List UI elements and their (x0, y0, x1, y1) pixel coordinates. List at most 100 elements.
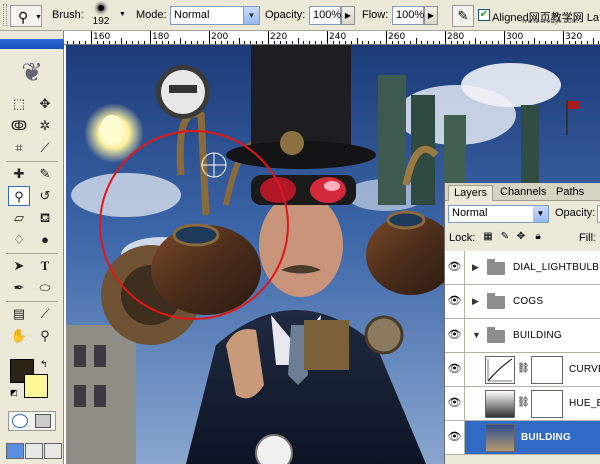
link-chain-icon: ⛓ (517, 397, 530, 408)
brush-tool-icon[interactable]: ✎ (34, 164, 56, 184)
opacity-field[interactable]: 100% (309, 6, 341, 25)
ruler-tick (291, 41, 293, 44)
eye-icon[interactable]: 👁︎ (445, 285, 465, 318)
standard-mode-icon[interactable] (12, 414, 28, 428)
notes-tool-icon[interactable]: ▤ (8, 304, 30, 324)
blur-tool-icon[interactable]: ♢ (8, 230, 30, 250)
type-tool-icon[interactable]: T (34, 256, 56, 276)
layer-row[interactable]: 👁︎ ▼ BUILDING (445, 319, 600, 353)
feather-logo-icon[interactable]: ❦ (2, 57, 62, 87)
shape-tool-icon[interactable]: ⬭ (34, 278, 56, 298)
ruler-tick (439, 41, 441, 44)
ruler-tick (214, 41, 216, 44)
ruler-tick (445, 31, 446, 44)
tool-preset-picker[interactable]: ⚲ ▼ (10, 5, 42, 27)
ruler-tick (179, 38, 181, 44)
ruler-tick (433, 41, 435, 44)
healing-brush-tool-icon[interactable]: ✚ (8, 164, 30, 184)
ruler-tick (96, 41, 98, 44)
layer-row-selected[interactable]: 👁︎ BUILDING (445, 421, 600, 455)
history-brush-tool-icon[interactable]: ↺ (34, 186, 56, 206)
eraser-tool-icon[interactable]: ▱ (8, 208, 30, 228)
default-colors-icon[interactable]: ◩ (10, 388, 18, 397)
hand-tool-icon[interactable]: ✋ (8, 326, 30, 346)
eye-icon[interactable]: 👁︎ (445, 421, 465, 454)
dodge-tool-icon[interactable]: ● (34, 230, 56, 250)
paint-bucket-tool-icon[interactable]: ⛾ (34, 208, 56, 228)
options-bar-grip[interactable] (3, 4, 7, 26)
ruler-tick-label: 300 (506, 32, 524, 42)
eye-icon[interactable]: 👁︎ (445, 387, 465, 420)
lock-all-icon[interactable]: 🔒︎ (532, 231, 544, 243)
lasso-tool-icon[interactable]: ↂ (8, 116, 30, 136)
slice-tool-icon[interactable]: ⟋ (34, 138, 56, 158)
screen-mode-full-icon[interactable] (44, 443, 62, 459)
move-tool-icon[interactable]: ✥ (34, 94, 56, 114)
airbrush-icon[interactable]: ✎ (452, 5, 474, 27)
collapse-triangle-icon[interactable]: ▼ (472, 330, 481, 340)
screen-mode-full-menu-icon[interactable] (25, 443, 43, 459)
pen-tool-icon[interactable]: ✒ (8, 278, 30, 298)
ruler-tick (197, 41, 199, 44)
swap-colors-icon[interactable]: ↰ (40, 359, 48, 370)
opacity-slider-button[interactable]: ▶ (341, 6, 355, 25)
ruler-tick (415, 38, 417, 44)
ruler-tick (421, 41, 423, 44)
blend-mode-select[interactable]: Normal ▼ (448, 205, 549, 223)
ruler-tick (120, 38, 122, 44)
tools-separator (6, 161, 58, 162)
lock-transparency-icon[interactable]: ▦ (482, 231, 494, 243)
ruler-tick (138, 41, 140, 44)
screen-mode-standard-icon[interactable] (6, 443, 24, 459)
zoom-tool-icon[interactable]: ⚲ (34, 326, 56, 346)
ruler-tick (297, 38, 299, 44)
ruler-tick (167, 41, 169, 44)
ruler-tick (332, 41, 334, 44)
magic-wand-tool-icon[interactable]: ✲ (34, 116, 56, 136)
eye-icon[interactable]: 👁︎ (445, 251, 465, 284)
expand-triangle-icon[interactable]: ▶ (472, 262, 479, 273)
marquee-tool-icon[interactable]: ⬚ (8, 94, 30, 114)
ruler-tick (380, 41, 382, 44)
expand-triangle-icon[interactable]: ▶ (472, 296, 479, 307)
ruler-tick (563, 31, 564, 44)
mode-select[interactable]: Normal ▼ (170, 6, 260, 25)
ruler-tick (321, 41, 323, 44)
flow-field[interactable]: 100% (392, 6, 424, 25)
lock-position-icon[interactable]: ✥ (515, 231, 527, 243)
brush-label: Brush: (52, 9, 84, 21)
layer-row[interactable]: 👁︎ ▶ DIAL_LIGHTBULB (445, 251, 600, 285)
tab-channels[interactable]: Channels (495, 185, 551, 201)
mask-thumbnail (531, 356, 563, 384)
tab-layers[interactable]: Layers (448, 185, 494, 201)
clone-stamp-tool-icon[interactable]: ⚲ (8, 186, 30, 206)
brush-dropdown-icon[interactable]: ▼ (119, 11, 126, 18)
link-chain-icon: ⛓ (517, 363, 530, 374)
horizontal-ruler[interactable]: 140160180200220240260280300320 (64, 31, 600, 45)
ruler-tick (344, 41, 346, 44)
lock-pixels-icon[interactable]: ✎ (499, 231, 511, 243)
layer-row[interactable]: 👁︎ ⛓ HUE_B (445, 387, 600, 421)
background-color-swatch[interactable] (24, 374, 48, 398)
eye-icon[interactable]: 👁︎ (445, 353, 465, 386)
eyedropper-tool-icon[interactable]: ⟋ (34, 304, 56, 324)
brush-preview[interactable]: 192 (86, 3, 116, 29)
ruler-tick (580, 41, 582, 44)
ruler-tick (498, 41, 500, 44)
tab-paths[interactable]: Paths (551, 185, 589, 201)
quick-mask-mode-icon[interactable] (35, 414, 51, 428)
ruler-tick (126, 41, 128, 44)
lock-label: Lock: (449, 232, 476, 244)
eye-icon[interactable]: 👁︎ (445, 319, 465, 352)
layer-row[interactable]: 👁︎ ⛓ CURVE (445, 353, 600, 387)
crop-tool-icon[interactable]: ⌗ (8, 138, 30, 158)
tools-titlebar[interactable] (0, 39, 64, 49)
flow-slider-button[interactable]: ▶ (424, 6, 438, 25)
layer-row[interactable]: 👁︎ ▶ COGS (445, 285, 600, 319)
ruler-tick (250, 41, 252, 44)
ruler-tick (362, 41, 364, 44)
path-selection-tool-icon[interactable]: ➤ (8, 256, 30, 276)
ruler-tick (368, 41, 370, 44)
aligned-checkbox[interactable]: ✔ (478, 9, 490, 21)
flow-label: Flow: (362, 9, 389, 21)
